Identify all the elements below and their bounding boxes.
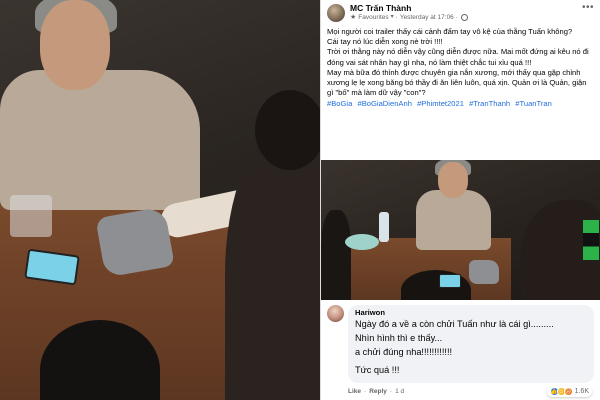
post-hashtags: #BoGia #BoGiaDienAnh #Phimtet2021 #TranT… (327, 99, 594, 109)
man-head (438, 162, 468, 198)
author-avatar[interactable] (327, 4, 345, 22)
post-line: Mọi người coi trailer thấy cái cảnh đấm … (327, 27, 573, 36)
post-audience[interactable]: Favourites (358, 13, 388, 22)
star-icon: ★ (350, 14, 357, 21)
water-bottle (379, 212, 389, 242)
comment-age[interactable]: 1 d (395, 388, 404, 395)
angry-icon: ☹ (563, 387, 573, 396)
post-meta: ★ Favourites ▾ · Yesterday at 17:06 · (350, 13, 468, 22)
hashtag-link[interactable]: #BoGiaDienAnh (357, 99, 411, 108)
caret-down-icon[interactable]: ▾ (391, 13, 394, 22)
comment-line: Nhìn hình thì e thấy... (355, 332, 443, 343)
flag-decoration (583, 220, 599, 260)
towel-on-hand (469, 260, 499, 284)
man-in-shirt (416, 190, 491, 250)
comment-author[interactable]: Hariwon (355, 308, 587, 318)
foreground-person-hair (255, 90, 320, 170)
post-author-block: MC Trấn Thành ★ Favourites ▾ · Yesterday… (350, 3, 468, 22)
post-dot-separator: · (455, 14, 458, 21)
comment-bubble: Hariwon Ngày đó a về a còn chửi Tuấn như… (348, 305, 594, 383)
commenter-avatar[interactable] (327, 305, 344, 322)
foreground-person (225, 130, 320, 400)
hashtag-link[interactable]: #BoGia (327, 99, 352, 108)
post-header: MC Trấn Thành ★ Favourites ▾ · Yesterday… (327, 3, 594, 27)
more-options-icon[interactable]: ••• (582, 3, 594, 13)
comment: Hariwon Ngày đó a về a còn chửi Tuấn như… (321, 300, 600, 400)
phone-in-hand (439, 274, 461, 288)
hashtag-link[interactable]: #Phimtet2021 (417, 99, 464, 108)
post-author-name[interactable]: MC Trấn Thành (350, 3, 468, 13)
action-separator: · (364, 388, 367, 395)
reactions-summary[interactable]: 👍 ☺ ☹ 1.6K (546, 386, 592, 397)
plate (345, 234, 379, 250)
movie-still-photo-right[interactable] (321, 160, 600, 300)
comment-actions: Like · Reply · 1 d (348, 388, 404, 395)
reply-button[interactable]: Reply (369, 388, 387, 395)
post-dot-separator: · (395, 14, 398, 21)
post-line: May mà bữa đó thỉnh được chuyên gia nắn … (327, 67, 587, 98)
man-in-shirt (0, 70, 200, 210)
post-body: Mọi người coi trailer thấy cái cảnh đấm … (327, 27, 594, 98)
like-button[interactable]: Like (348, 388, 361, 395)
post-line: Trời ơi thằng này nó diễn vậy cũng diễn … (327, 47, 589, 67)
reaction-count: 1.6K (574, 388, 589, 395)
post-line: Cái tay nó lúc diễn xong nè trời !!!! (327, 37, 443, 47)
facebook-post: MC Trấn Thành ★ Favourites ▾ · Yesterday… (321, 0, 600, 160)
action-separator: · (389, 388, 393, 395)
hashtag-link[interactable]: #TuanTran (515, 99, 552, 108)
post-timestamp[interactable]: Yesterday at 17:06 (400, 13, 454, 22)
hashtag-link[interactable]: #TranThanh (469, 99, 510, 108)
left-person (321, 210, 351, 300)
comment-line: a chửi đúng nha!!!!!!!!!!!! (355, 346, 453, 357)
comment-line: Ngày đó a về a còn chửi Tuấn như là cái … (355, 319, 554, 329)
man-head (40, 0, 110, 90)
towel-on-hand (95, 206, 175, 278)
plastic-box (10, 195, 52, 237)
movie-still-photo-left (0, 0, 320, 400)
comment-row: Hariwon Ngày đó a về a còn chửi Tuấn như… (327, 305, 594, 383)
globe-icon (460, 14, 468, 21)
comment-line: Tức quá !!! (355, 365, 400, 376)
